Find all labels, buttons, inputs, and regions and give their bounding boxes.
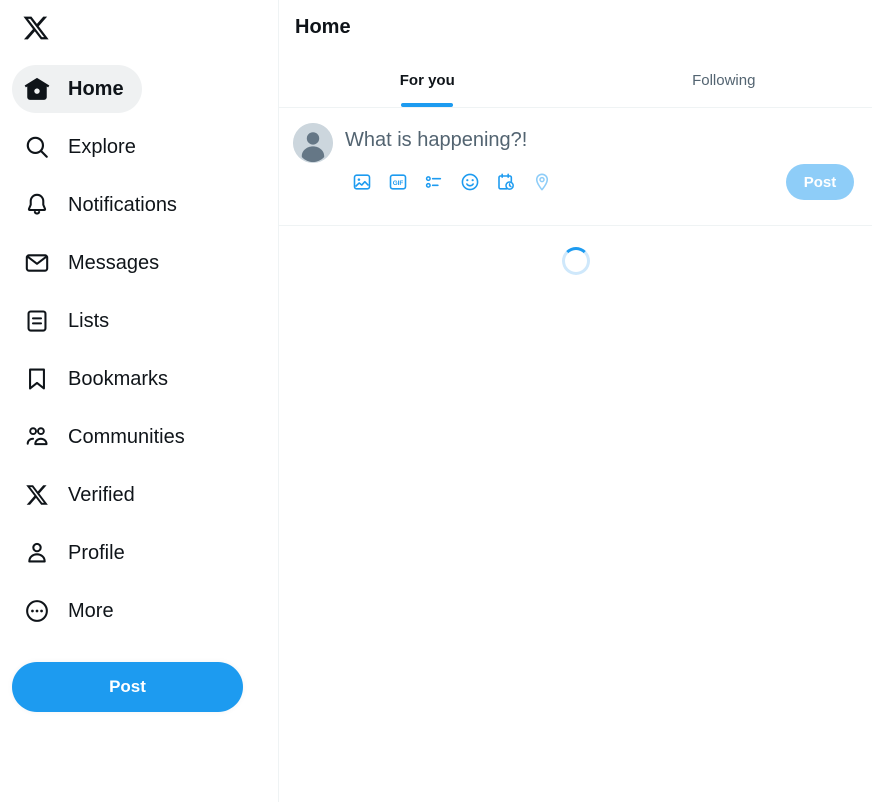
sidebar-post-button[interactable]: Post <box>12 662 243 712</box>
default-avatar-icon[interactable] <box>293 123 333 163</box>
poll-icon[interactable] <box>417 165 451 199</box>
tab-for-you[interactable]: For you <box>279 53 576 107</box>
communities-icon <box>24 424 50 450</box>
sidebar-item-label: Communities <box>68 426 185 448</box>
sidebar-nav-list: Home Explore Notifications Messages List… <box>0 65 278 635</box>
sidebar-item-lists[interactable]: Lists <box>12 297 127 345</box>
envelope-icon <box>24 250 50 276</box>
sidebar-item-communities[interactable]: Communities <box>12 413 203 461</box>
sidebar-item-explore[interactable]: Explore <box>12 123 154 171</box>
main-timeline-column: Home For you Following What is happening… <box>279 0 872 802</box>
compose-body: What is happening?! GIF Post <box>345 112 856 225</box>
search-icon <box>24 134 50 160</box>
x-badge-icon <box>24 482 50 508</box>
gif-icon[interactable]: GIF <box>381 165 415 199</box>
timeline-loading-state <box>279 226 872 296</box>
x-app-window: Home Explore Notifications Messages List… <box>0 0 872 802</box>
more-circle-icon <box>24 598 50 624</box>
list-icon <box>24 308 50 334</box>
bookmark-icon <box>24 366 50 392</box>
sidebar-item-label: More <box>68 600 114 622</box>
compose-tool-row: GIF <box>345 165 559 199</box>
tab-label: For you <box>399 71 455 89</box>
loading-spinner-icon <box>561 247 590 275</box>
media-icon[interactable] <box>345 165 379 199</box>
sidebar-item-label: Explore <box>68 136 136 158</box>
schedule-icon[interactable] <box>489 165 523 199</box>
tab-following[interactable]: Following <box>576 53 872 107</box>
compose-post-button[interactable]: Post <box>786 164 854 200</box>
main-header: Home <box>279 0 872 53</box>
home-icon <box>24 76 50 102</box>
sidebar-item-label: Bookmarks <box>68 368 169 390</box>
compose-action-bar: GIF Post <box>345 164 856 200</box>
location-icon <box>525 165 559 199</box>
sidebar-item-label: Notifications <box>68 194 177 216</box>
timeline-tabs: For you Following <box>279 53 872 108</box>
primary-sidebar: Home Explore Notifications Messages List… <box>0 0 279 802</box>
sidebar-item-profile[interactable]: Profile <box>12 529 143 577</box>
sidebar-item-bookmarks[interactable]: Bookmarks <box>12 355 186 403</box>
active-tab-underline <box>401 103 454 107</box>
compose-tweet-box: What is happening?! GIF Post <box>279 108 872 226</box>
person-icon <box>24 540 50 566</box>
x-logo-icon[interactable] <box>10 2 62 54</box>
sidebar-item-verified[interactable]: Verified <box>12 471 153 519</box>
sidebar-item-label: Profile <box>68 542 125 564</box>
sidebar-item-more[interactable]: More <box>12 587 132 635</box>
tab-label: Following <box>692 71 756 89</box>
sidebar-item-label: Verified <box>68 484 135 506</box>
sidebar-item-home[interactable]: Home <box>12 65 142 113</box>
sidebar-item-label: Lists <box>68 310 110 332</box>
compose-text-input[interactable]: What is happening?! <box>345 112 856 156</box>
bell-icon <box>24 192 50 218</box>
svg-text:GIF: GIF <box>393 180 404 187</box>
emoji-icon[interactable] <box>453 165 487 199</box>
sidebar-item-messages[interactable]: Messages <box>12 239 177 287</box>
sidebar-item-label: Home <box>68 78 124 100</box>
page-title: Home <box>295 15 351 38</box>
sidebar-item-label: Messages <box>68 252 160 274</box>
sidebar-item-notifications[interactable]: Notifications <box>12 181 195 229</box>
